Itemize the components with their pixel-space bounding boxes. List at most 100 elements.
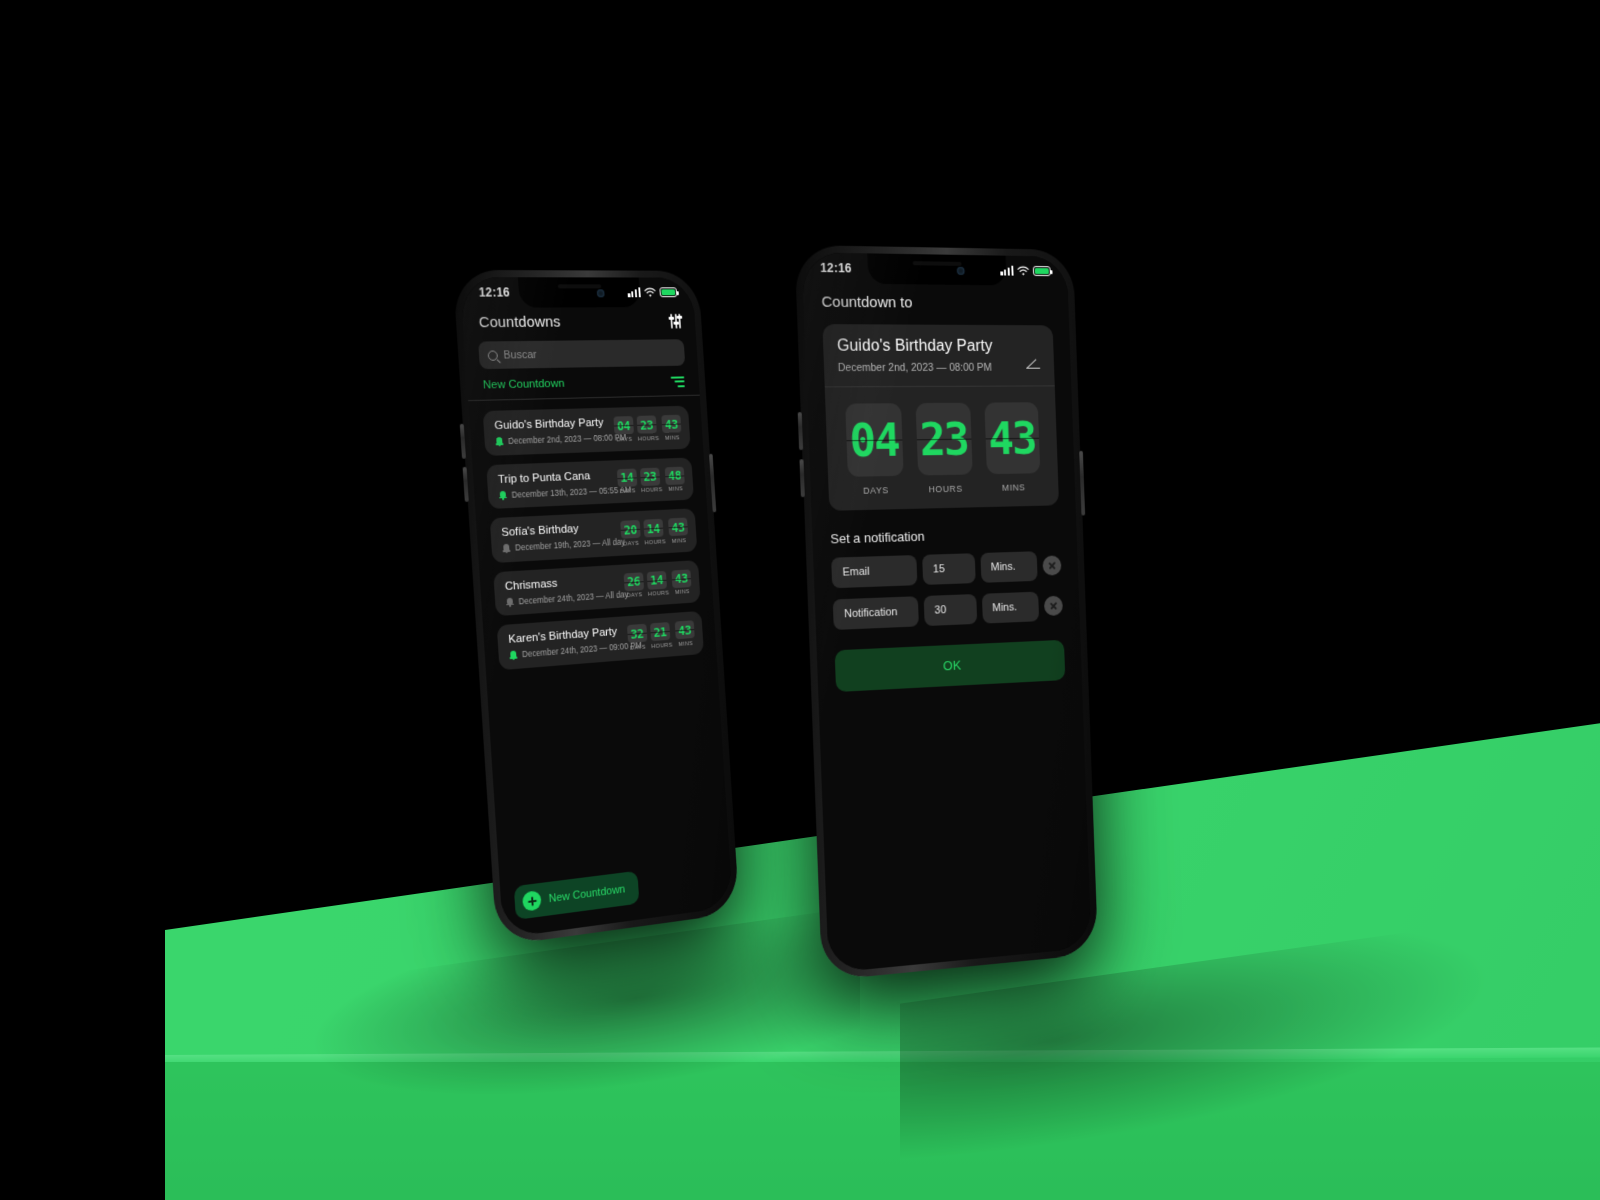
flip-tile-hours: 23 xyxy=(636,415,657,434)
timer-mins: 43 MINS xyxy=(983,402,1041,493)
flip-tile-hours: 23 xyxy=(915,402,973,476)
hours-value: 14 xyxy=(646,520,661,536)
card-hours: 23 HOURS xyxy=(639,467,663,494)
right-phone-body: 12:16 Countdown to Guido's Birthday Part… xyxy=(794,244,1099,981)
card-meta: December 24th, 2023 — 09:00 PM xyxy=(509,641,642,661)
volume-down-button[interactable] xyxy=(462,466,469,502)
power-button[interactable] xyxy=(1079,450,1086,516)
notification-type-select[interactable]: Notification xyxy=(832,596,919,630)
card-title: Sofía's Birthday xyxy=(501,523,579,540)
countdown-timer: 04 DAYS 23 HOURS 43 MINS xyxy=(825,386,1059,510)
new-countdown-button-label: New Countdown xyxy=(548,882,626,905)
countdown-card[interactable]: Chrismass December 24th, 2023 — All day 26… xyxy=(493,559,701,617)
countdown-detail-screen: Countdown to Guido's Birthday Party Dece… xyxy=(802,252,1082,693)
right-phone: 12:16 Countdown to Guido's Birthday Part… xyxy=(794,244,1099,981)
left-phone-inner: 12:16 Countdowns Buscar New Countdown Gu… xyxy=(460,277,733,939)
mins-value: 43 xyxy=(664,416,679,432)
right-phone-inner: 12:16 Countdown to Guido's Birthday Part… xyxy=(801,252,1092,974)
close-circle-icon[interactable] xyxy=(1043,595,1064,617)
flip-tile-hours: 23 xyxy=(639,467,661,486)
card-date: December 19th, 2023 — All day xyxy=(514,537,626,553)
card-timer: 32 DAYS 21 HOURS 43 MINS xyxy=(626,620,696,652)
flip-tile-mins: 43 xyxy=(983,402,1040,475)
timer-days: 04 DAYS xyxy=(844,403,904,496)
notification-row: Email 15 Mins. xyxy=(831,550,1062,589)
new-countdown-row[interactable]: New Countdown xyxy=(480,366,687,400)
list-header: Countdowns xyxy=(476,311,683,331)
countdown-card[interactable]: Karen's Birthday Party December 24th, 202… xyxy=(496,610,704,670)
hours-value: 14 xyxy=(649,572,664,588)
card-info: Trip to Punta Cana December 13th, 2023 — … xyxy=(497,469,632,501)
page-title: Countdowns xyxy=(478,313,562,332)
card-timer: 20 DAYS 14 HOURS 43 MINS xyxy=(619,517,689,548)
card-title: Trip to Punta Cana xyxy=(497,470,591,486)
card-info: Sofía's Birthday December 19th, 2023 — Al… xyxy=(501,521,625,554)
card-timer: 26 DAYS 14 HOURS 43 MINS xyxy=(623,568,692,600)
alarm-bell-icon xyxy=(506,597,514,607)
alarm-bell-icon xyxy=(495,437,504,447)
cellular-bars-icon xyxy=(1000,265,1014,276)
search-input[interactable]: Buscar xyxy=(478,339,686,370)
card-days: 32 DAYS xyxy=(626,623,648,652)
right-phone-screen: 12:16 Countdown to Guido's Birthday Part… xyxy=(801,252,1092,974)
power-button[interactable] xyxy=(708,453,717,513)
notification-rows: Email 15 Mins. Notification 30 Mins. xyxy=(831,550,1064,630)
notifications-section-label: Set a notification xyxy=(830,528,925,547)
volume-up-button[interactable] xyxy=(459,423,467,459)
left-phone: 12:16 Countdowns Buscar New Countdown Gu… xyxy=(452,269,740,947)
search-placeholder: Buscar xyxy=(503,348,538,362)
pencil-edit-icon[interactable] xyxy=(1025,355,1041,372)
mins-value: 43 xyxy=(674,570,689,587)
plus-circle-icon xyxy=(522,890,542,912)
countdown-card[interactable]: Trip to Punta Cana December 13th, 2023 — … xyxy=(486,457,694,510)
ok-button[interactable]: OK xyxy=(834,639,1066,693)
flip-tile-days: 04 xyxy=(613,416,634,435)
days-label: DAYS xyxy=(862,485,889,496)
flip-tile-mins: 43 xyxy=(671,568,692,588)
sliders-icon[interactable] xyxy=(670,313,682,329)
alarm-bell-icon xyxy=(499,490,508,501)
flip-tile-hours: 14 xyxy=(643,518,664,538)
flip-tile-days: 14 xyxy=(616,467,638,487)
flip-tile-mins: 43 xyxy=(661,414,682,433)
countdown-card-list: Guido's Birthday Party December 2nd, 2023… xyxy=(482,405,704,670)
flip-tile-hours: 14 xyxy=(646,570,667,590)
countdown-card[interactable]: Guido's Birthday Party December 2nd, 2023… xyxy=(482,405,691,456)
notification-amount-input[interactable]: 15 xyxy=(921,553,976,585)
mins-label: MINS xyxy=(671,537,687,545)
close-circle-icon[interactable] xyxy=(1042,555,1062,576)
mins-value: 48 xyxy=(667,467,682,483)
search-icon xyxy=(487,349,498,361)
card-mins: 43 MINS xyxy=(671,568,692,596)
left-phone-body: 12:16 Countdowns Buscar New Countdown Gu… xyxy=(452,269,740,947)
flip-tile-days: 26 xyxy=(623,571,644,591)
volume-up-button[interactable] xyxy=(797,412,804,451)
flip-tile-days: 04 xyxy=(844,403,904,477)
notification-type-select[interactable]: Email xyxy=(831,555,918,589)
card-days: 04 DAYS xyxy=(613,416,634,443)
card-timer: 14 DAYS 23 HOURS 48 MINS xyxy=(616,466,686,495)
notification-unit-select[interactable]: Mins. xyxy=(981,591,1040,624)
event-card-header: Guido's Birthday Party December 2nd, 202… xyxy=(822,324,1054,386)
card-mins: 43 MINS xyxy=(667,517,689,545)
hours-label: HOURS xyxy=(644,538,667,546)
event-title: Guido's Birthday Party xyxy=(836,337,993,355)
new-countdown-link[interactable]: New Countdown xyxy=(483,378,565,392)
notification-unit-select[interactable]: Mins. xyxy=(979,551,1038,583)
card-mins: 43 MINS xyxy=(661,414,682,442)
notification-amount-input[interactable]: 30 xyxy=(923,594,977,627)
cellular-bars-icon xyxy=(627,287,641,298)
new-countdown-button[interactable]: New Countdown xyxy=(513,870,640,920)
sort-filter-icon[interactable] xyxy=(670,375,685,387)
mins-value: 43 xyxy=(987,411,1037,465)
event-date: December 2nd, 2023 — 08:00 PM xyxy=(837,361,993,375)
battery-icon xyxy=(1032,265,1051,277)
left-phone-shadow xyxy=(300,906,860,1136)
event-card: Guido's Birthday Party December 2nd, 202… xyxy=(822,324,1060,511)
card-date: December 13th, 2023 — 05:55 AM xyxy=(511,485,632,500)
days-label: DAYS xyxy=(626,592,643,600)
volume-down-button[interactable] xyxy=(799,459,805,498)
card-days: 26 DAYS xyxy=(623,571,644,600)
countdown-card[interactable]: Sofía's Birthday December 19th, 2023 — Al… xyxy=(489,508,698,563)
days-value: 32 xyxy=(629,625,645,642)
